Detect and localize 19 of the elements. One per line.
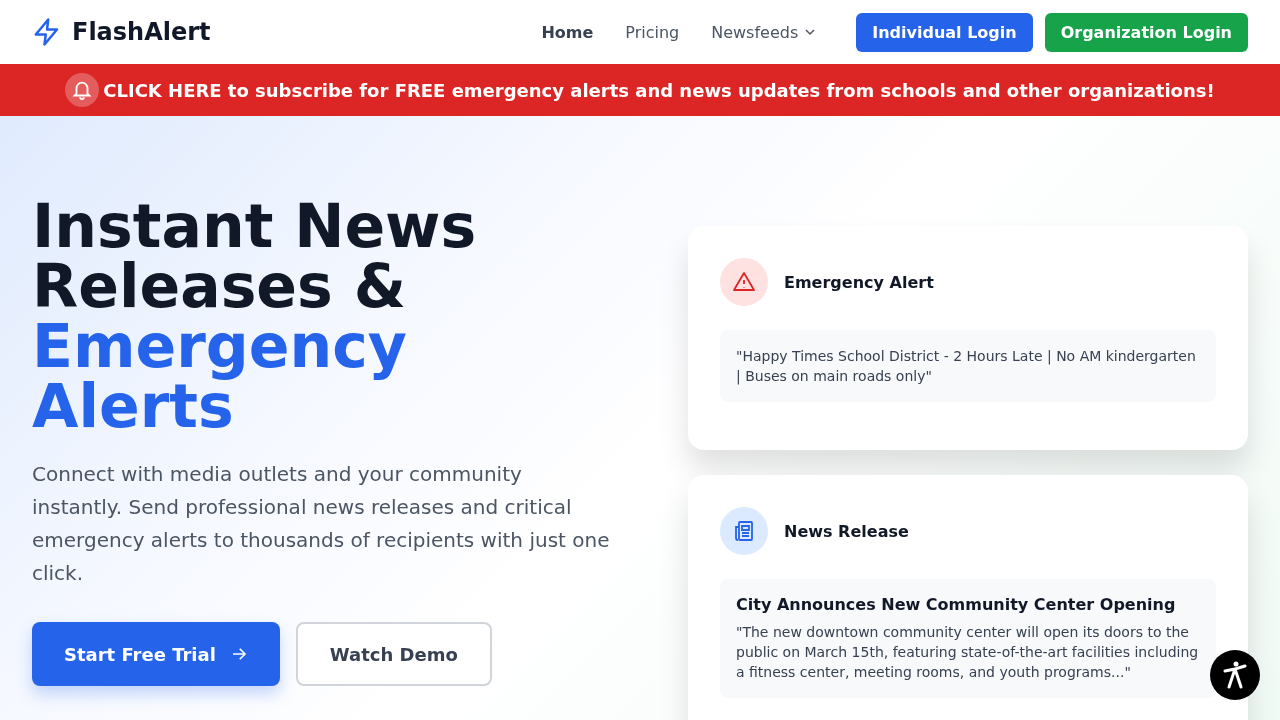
chevron-down-icon bbox=[804, 26, 817, 38]
newspaper-icon bbox=[720, 507, 768, 555]
nav-link[interactable]: Home bbox=[541, 22, 594, 42]
hero-description: Connect with media outlets and your community instantly. Send professional news releases and critical emergency alerts to thousands of recipients with just one click. bbox=[32, 461, 611, 587]
login-button[interactable]: Individual Login bbox=[856, 12, 1033, 52]
bell-icon bbox=[65, 73, 100, 107]
hero-headline: Instant News Releases & bbox=[32, 196, 478, 316]
hero-headline-highlight: Emergency Alerts bbox=[32, 316, 408, 436]
card-title: Emergency Alert bbox=[784, 272, 934, 292]
alert-message: "Happy Times School District - 2 Hours Late | No AM kindergarten | Buses on main roads only" bbox=[736, 347, 1197, 386]
nav-link[interactable]: Pricing bbox=[625, 22, 680, 42]
news-headline: City Announces New Community Center Opening bbox=[736, 595, 1177, 614]
card-title: News Release bbox=[784, 521, 909, 541]
brand-name[interactable]: FlashAlert bbox=[72, 18, 211, 46]
news-excerpt: "The new downtown community center will open its doors to the public on March 15th, featuring state-of-the-art facilities including a fitness center, meeting rooms, and youth programs..." bbox=[736, 623, 1200, 682]
accessibility-icon bbox=[1221, 660, 1249, 690]
nav-dropdown[interactable]: Newsfeeds bbox=[711, 22, 817, 42]
start-trial-button[interactable]: Start Free Trial bbox=[32, 622, 280, 686]
watch-demo-button[interactable]: Watch Demo bbox=[295, 622, 492, 686]
